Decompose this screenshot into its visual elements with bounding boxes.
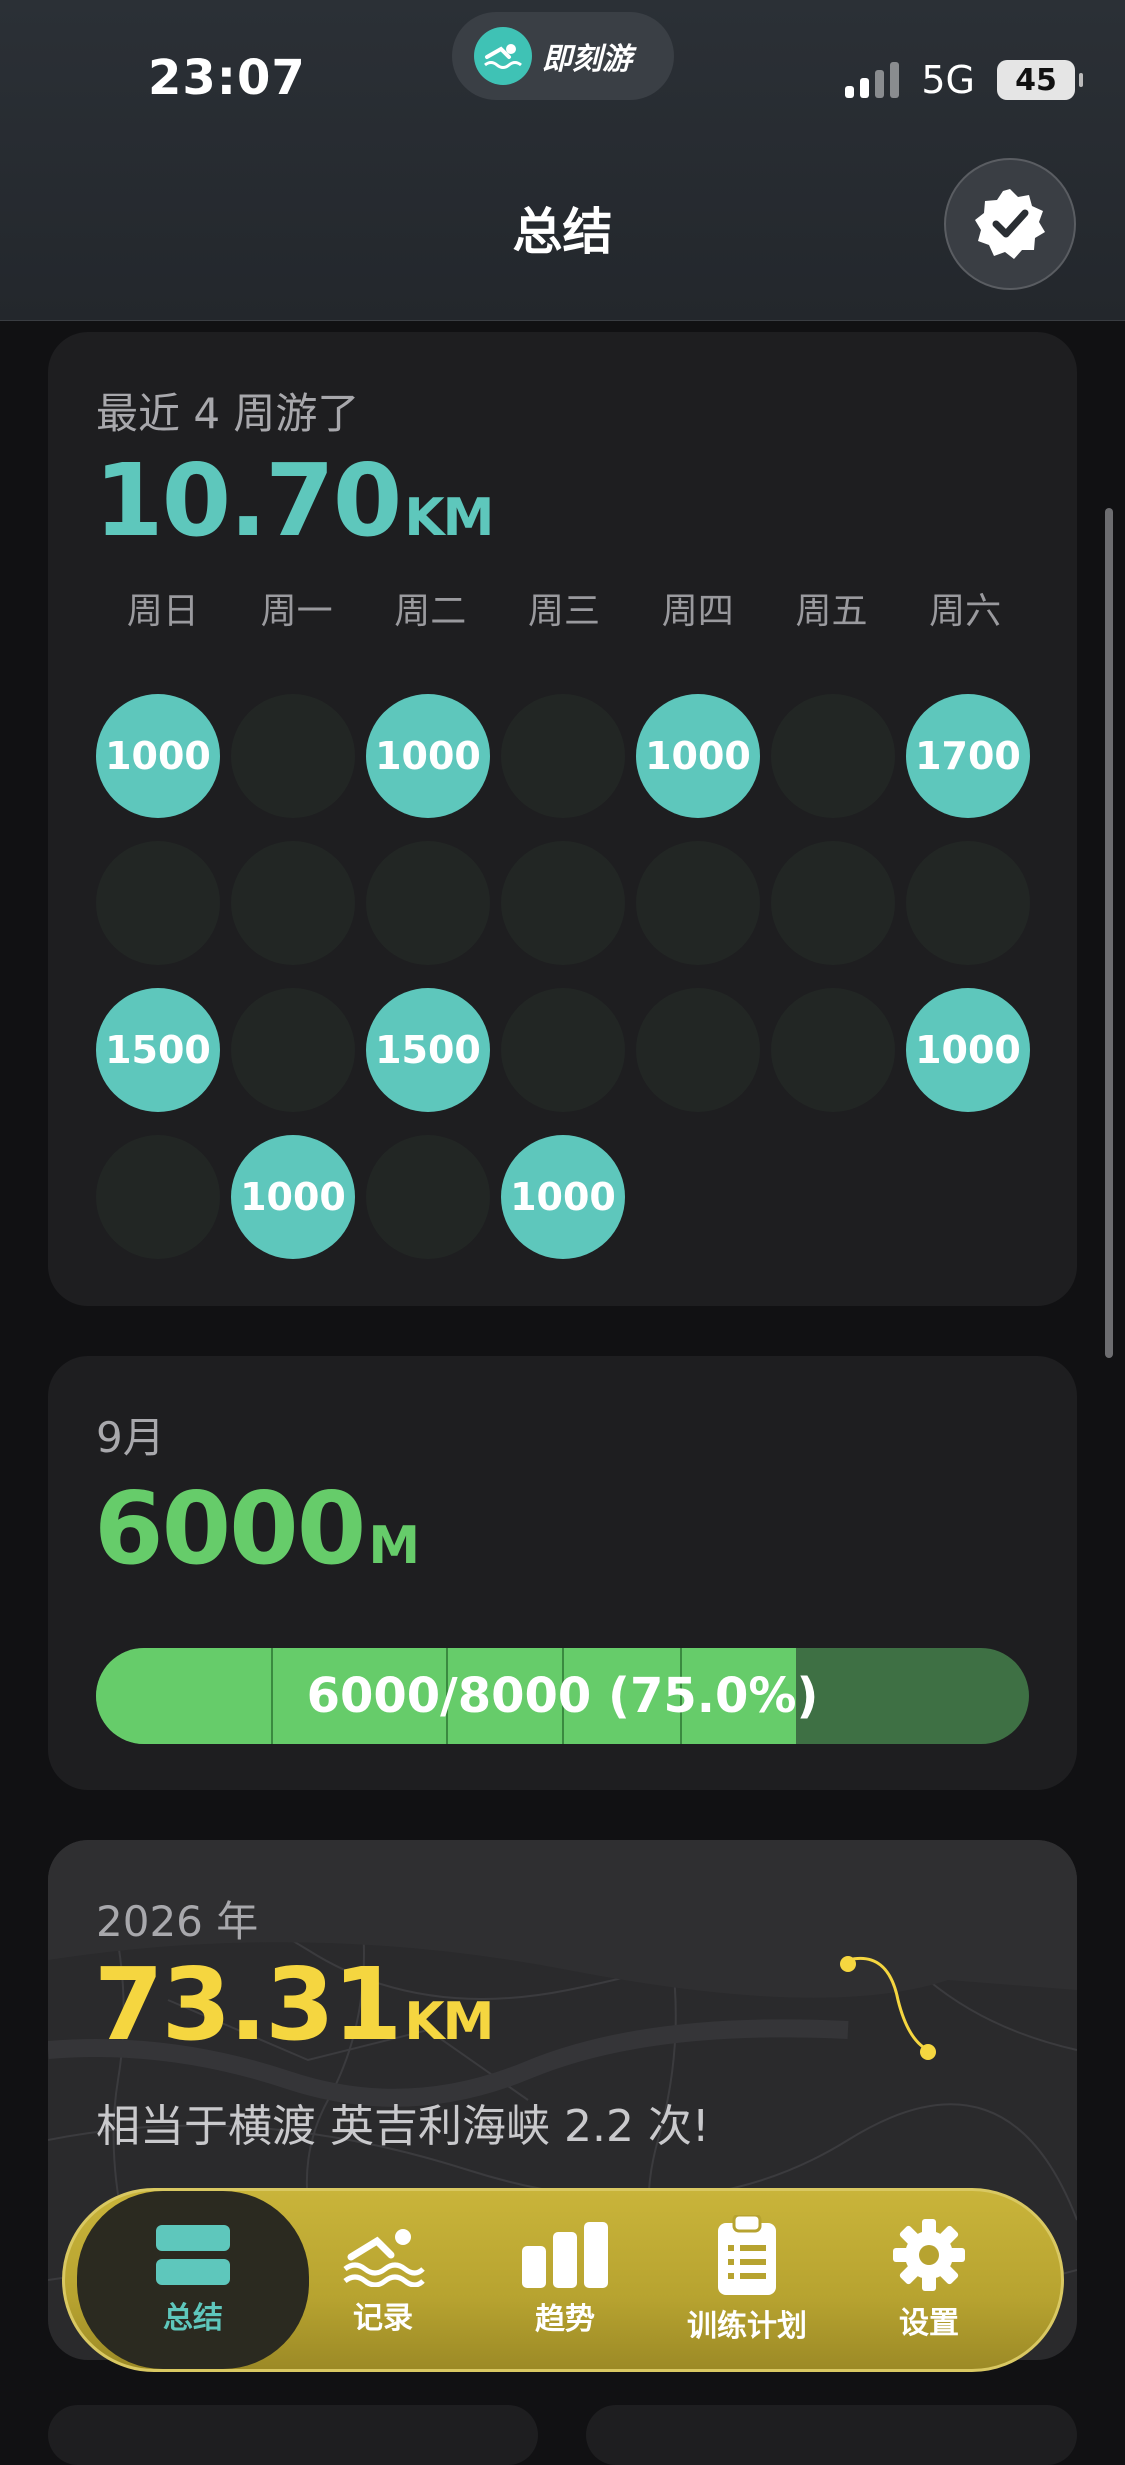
achievements-button[interactable]	[944, 158, 1076, 290]
tab-trends[interactable]: 趋势	[475, 2191, 655, 2369]
progress-text: 6000/8000 (75.0%)	[306, 1668, 819, 1724]
day-cell-empty[interactable]	[231, 694, 355, 818]
weekday-label: 周六	[929, 591, 1002, 632]
day-cell-empty[interactable]	[636, 988, 760, 1112]
scrollbar[interactable]	[1105, 508, 1113, 1358]
day-cell-swim[interactable]: 1000	[636, 694, 760, 818]
day-cell-empty[interactable]	[771, 988, 895, 1112]
weekday-label: 周二	[394, 591, 467, 632]
battery-icon: 45	[997, 60, 1083, 100]
day-cell-swim[interactable]: 1500	[96, 988, 220, 1112]
verified-badge-icon	[975, 189, 1045, 259]
month-progress-bar: 6000/8000 (75.0%)	[96, 1648, 1029, 1744]
weekday-label: 周四	[661, 591, 734, 632]
app-brand-name: 即刻游	[542, 42, 632, 77]
recent-weeks-label: 最近 4 周游了	[96, 389, 360, 438]
status-indicators: 5G 45	[845, 58, 1083, 102]
weekday-label: 周日	[126, 591, 199, 632]
month-total: 6000M	[94, 1470, 420, 1587]
gear-icon	[893, 2219, 965, 2291]
day-cell-swim[interactable]: 1500	[366, 988, 490, 1112]
month-card[interactable]: 9月 6000M 6000/8000 (75.0%)	[48, 1356, 1077, 1790]
partial-card	[586, 2405, 1077, 2465]
tab-training-plan[interactable]: 训练计划	[657, 2191, 837, 2369]
app-pill[interactable]: 即刻游	[452, 12, 674, 100]
day-cell-swim[interactable]: 1000	[366, 694, 490, 818]
day-cell-empty[interactable]	[771, 841, 895, 965]
day-cell-empty[interactable]	[636, 841, 760, 965]
tab-summary[interactable]: 总结	[77, 2191, 309, 2369]
status-time: 23:07	[148, 50, 306, 106]
year-total: 73.31KM	[94, 1946, 494, 2063]
day-cell-empty[interactable]	[366, 1135, 490, 1259]
weekday-label: 周五	[795, 591, 868, 632]
day-cell-empty[interactable]	[366, 841, 490, 965]
bar-chart-icon	[522, 2222, 608, 2288]
day-cell-swim[interactable]: 1000	[501, 1135, 625, 1259]
day-cell-empty[interactable]	[771, 694, 895, 818]
app-header: 23:07 即刻游 5G 45 总结	[0, 0, 1125, 321]
swimmer-logo-icon	[474, 27, 532, 85]
partial-card	[48, 2405, 538, 2465]
bottom-tab-bar: 总结 记录 趋势 训练计划 设置	[62, 2188, 1064, 2372]
clipboard-icon	[718, 2215, 776, 2295]
weekday-label: 周三	[528, 591, 601, 632]
day-cell-empty[interactable]	[501, 841, 625, 965]
weekday-header: 周日 周一 周二 周三 周四 周五 周六	[96, 582, 1032, 634]
day-cell-swim[interactable]: 1000	[96, 694, 220, 818]
month-label: 9月	[96, 1413, 165, 1462]
year-label: 2026 年	[96, 1897, 259, 1946]
recent-weeks-total: 10.70KM	[94, 442, 494, 559]
day-cell-empty[interactable]	[96, 841, 220, 965]
summary-icon	[156, 2225, 230, 2285]
network-type: 5G	[921, 58, 975, 102]
day-cell-empty[interactable]	[96, 1135, 220, 1259]
tab-records[interactable]: 记录	[293, 2191, 473, 2369]
day-cell-empty[interactable]	[501, 694, 625, 818]
tab-settings[interactable]: 设置	[839, 2191, 1019, 2369]
swimmer-icon	[343, 2229, 425, 2287]
recent-weeks-card[interactable]: 最近 4 周游了 10.70KM 周日 周一 周二 周三 周四 周五 周六 10…	[48, 332, 1077, 1306]
signal-icon	[845, 62, 900, 98]
day-cell-empty[interactable]	[231, 988, 355, 1112]
day-cell-swim[interactable]: 1700	[906, 694, 1030, 818]
day-cell-empty[interactable]	[231, 841, 355, 965]
day-cell-swim[interactable]: 1000	[906, 988, 1030, 1112]
year-equivalent-text: 相当于横渡 英吉利海峡 2.2 次!	[96, 2101, 710, 2152]
day-cell-empty[interactable]	[906, 841, 1030, 965]
day-cell-empty[interactable]	[501, 988, 625, 1112]
day-cell-swim[interactable]: 1000	[231, 1135, 355, 1259]
weekday-label: 周一	[260, 591, 333, 632]
